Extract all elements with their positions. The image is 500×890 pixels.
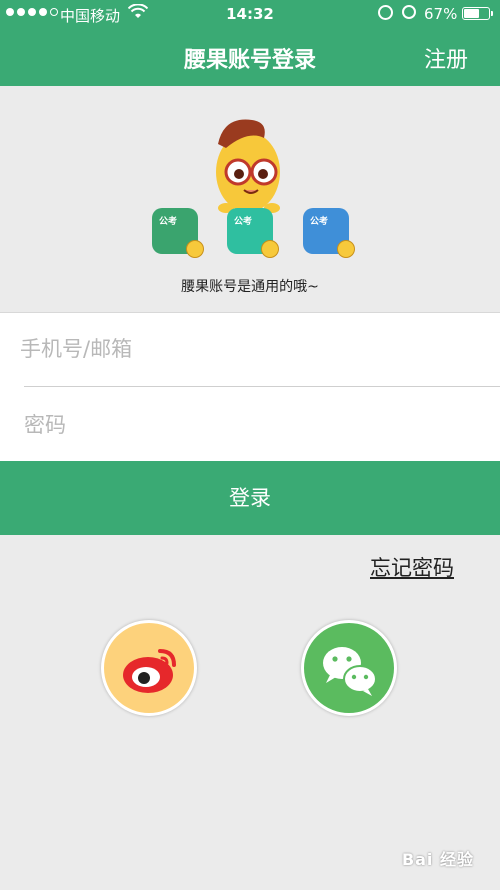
wechat-login-button[interactable] (301, 620, 397, 716)
mascot-badge-icon (186, 240, 204, 258)
alarm-icon (402, 5, 416, 19)
weibo-icon (123, 649, 176, 693)
weibo-login-button[interactable] (101, 620, 197, 716)
status-bar: 中国移动 14:32 67% (0, 0, 500, 30)
app-icon-tag: 公考 (234, 217, 253, 227)
mascot-illustration (216, 119, 280, 213)
app-icon-tag: 公考 (310, 217, 329, 227)
login-form (0, 312, 500, 462)
battery-percentage: 67% (424, 5, 458, 23)
top-bar: 中国移动 14:32 67% 腰果账号登录 注册 (0, 0, 500, 86)
account-input[interactable] (20, 313, 496, 385)
watermark: Bai 经验 (401, 850, 474, 869)
mascot-badge-icon (337, 240, 355, 258)
password-input[interactable] (24, 389, 500, 461)
field-divider (24, 386, 500, 387)
exam-app-icon-teal: 公考 (227, 208, 279, 258)
exam-app-icon-blue: 公考 (303, 208, 355, 258)
battery-fill (464, 9, 480, 18)
forgot-password-link[interactable]: 忘记密码 (370, 552, 454, 582)
account-tagline: 腰果账号是通用的哦~ (181, 279, 319, 295)
app-icon-tag: 公考 (159, 217, 178, 227)
mascot-badge-icon (261, 240, 279, 258)
exam-app-icon-green: 公考 (152, 208, 204, 258)
register-button[interactable]: 注册 (424, 42, 468, 74)
battery-icon (462, 7, 493, 20)
login-button[interactable]: 登录 (0, 461, 500, 535)
wechat-icon (323, 647, 377, 696)
rotation-lock-icon (378, 5, 393, 20)
